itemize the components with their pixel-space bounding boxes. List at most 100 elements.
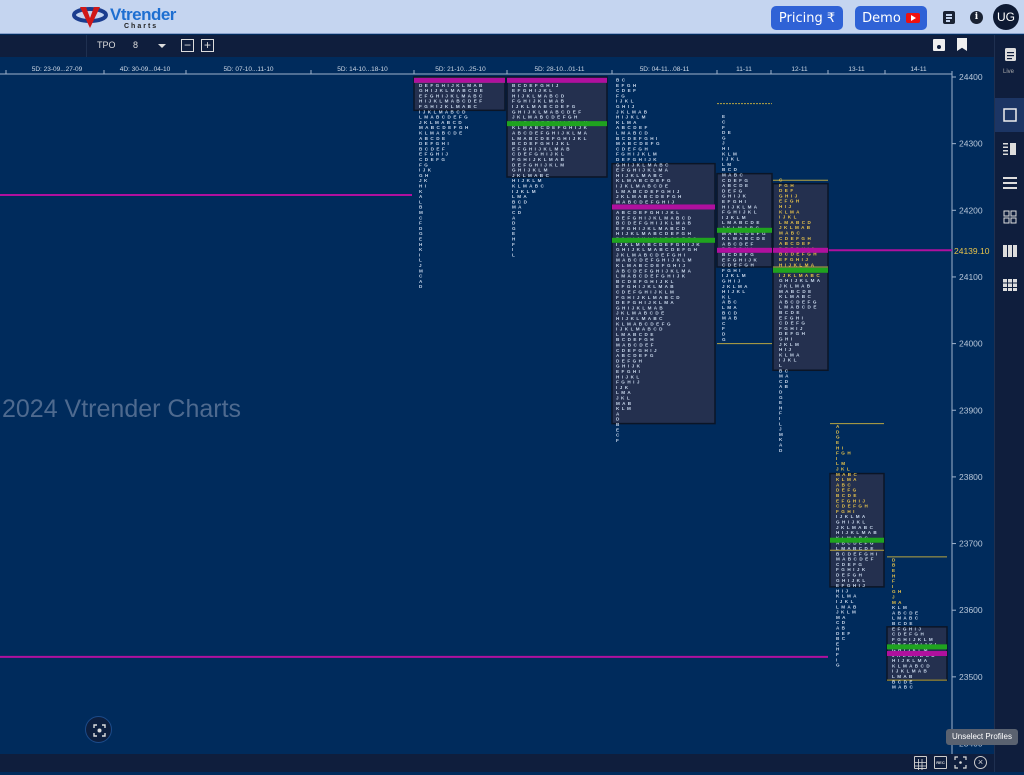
tpo-row: J — [722, 141, 725, 146]
tpo-row: H I J K L — [616, 374, 640, 379]
tpo-row: A B C — [722, 300, 737, 305]
tpo-row: C D E F G H I J K L — [512, 152, 564, 157]
tpo-row: H I J K L M A B C D E F — [419, 99, 483, 104]
focus-button[interactable] — [85, 716, 112, 743]
tpo-row: F G H I — [836, 509, 855, 514]
notes-icon[interactable] — [943, 11, 955, 24]
tpo-row: D — [779, 389, 783, 394]
tpo-row: B C D E F G H I J K L M A B — [616, 221, 692, 226]
tpo-row: G H I J K L M A B C — [616, 162, 669, 167]
tpo-row: B C D — [512, 199, 528, 204]
tpo-size-select[interactable]: 8 — [133, 40, 138, 50]
tpo-row: B C D — [722, 167, 738, 172]
tpo-row: D E F G H — [836, 572, 863, 577]
tpo-row: E — [836, 440, 840, 445]
tpo-row: M — [419, 210, 423, 215]
tpo-row: G H — [892, 589, 902, 594]
tpo-row: G H I J — [779, 193, 798, 198]
tpo-row: A B C D E — [419, 136, 446, 141]
x-session-label: 5D: 28-10...01-11 — [534, 66, 584, 73]
tpo-row: L M A B C D E — [779, 305, 817, 310]
tpo-row: K L M A — [836, 594, 857, 599]
tpo-row: F G H — [836, 451, 851, 456]
tpo-row: F G H I J K L M A B — [512, 99, 565, 104]
sidebar-item-columns-view[interactable] — [995, 234, 1024, 268]
tpo-row: C — [419, 215, 423, 220]
tpo-row: E F G H I J — [892, 626, 922, 631]
sidebar-item-grid-view[interactable] — [995, 200, 1024, 234]
zoom-in-button[interactable]: + — [201, 39, 214, 52]
tpo-row: G H I J K L M A B C D E — [419, 88, 483, 93]
sidebar-item-rows-view[interactable] — [995, 166, 1024, 200]
tpo-row: D E F G H — [779, 331, 806, 336]
poc-bar — [612, 237, 715, 243]
grid-toggle-icon[interactable] — [914, 756, 927, 770]
info-icon[interactable]: i — [970, 11, 983, 24]
tpo-row: B C D E — [836, 493, 857, 498]
tpo-row: B — [616, 422, 620, 427]
tpo-row: M A B C D E F G H — [419, 125, 469, 130]
tpo-row: F G H I — [722, 268, 741, 273]
tpo-row: G H I J K — [616, 364, 641, 369]
tpo-row: C D E F G H — [892, 632, 924, 637]
tpo-row: K L M A — [616, 120, 637, 125]
tpo-row: L M A B C D E — [616, 332, 654, 337]
vpoc-bar — [612, 204, 715, 210]
record-button[interactable]: REC — [934, 756, 947, 769]
split-list-icon — [1003, 143, 1016, 155]
tpo-row: J K L M A — [722, 284, 748, 289]
tpo-row: E F G H I J K L M A B — [512, 146, 570, 151]
tpo-row: M A B C — [722, 172, 744, 177]
pricing-button[interactable]: Pricing ₹ — [771, 6, 843, 30]
sidebar-item-split-view[interactable] — [995, 132, 1024, 166]
tpo-row: E F G H I J K — [722, 257, 757, 262]
tpo-row: B C — [779, 368, 789, 373]
tpo-row: M A — [836, 615, 846, 620]
tpo-row: G H I J — [722, 278, 741, 283]
tpo-row: M A B C D E F G — [616, 141, 660, 146]
focus-small-icon[interactable] — [954, 756, 967, 769]
chart-type-label[interactable]: TPO — [97, 40, 116, 50]
sidebar-item-single-view[interactable] — [995, 98, 1024, 132]
tpo-row: L M A B C — [892, 616, 919, 621]
tpo-row: C D E F G H I J — [616, 348, 657, 353]
tpo-row: A B C D E F — [722, 241, 754, 246]
tpo-row: B C D E F G H — [616, 337, 654, 342]
close-circle-icon[interactable]: × — [974, 756, 987, 769]
tpo-row: E F G H I J K L M A — [616, 168, 669, 173]
tpo-row: M A — [779, 374, 789, 379]
tpo-row: L M A B — [836, 604, 857, 609]
tpo-row: I J K — [419, 168, 432, 173]
tpo-row: F G H I J K L M A B C — [419, 104, 477, 109]
sidebar-item-grid-nine-view[interactable] — [995, 268, 1024, 302]
tpo-row: E F G H — [779, 199, 800, 204]
tpo-row: E — [836, 641, 840, 646]
tpo-row: K L M A B C D E F G H I J — [616, 263, 686, 268]
user-avatar[interactable]: UG — [993, 4, 1019, 30]
watermark-text: 2024 Vtrender Charts — [2, 395, 242, 423]
tpo-row: K L — [722, 294, 731, 299]
tpo-row: K L M A B C D — [892, 663, 930, 668]
chevron-down-icon[interactable] — [158, 44, 166, 48]
tpo-row: F G H — [779, 183, 794, 188]
tpo-row: A B C D E — [722, 183, 749, 188]
tpo-row: H — [836, 647, 840, 652]
tpo-row: F — [616, 438, 619, 443]
save-icon[interactable] — [933, 39, 945, 51]
tpo-row: C D E F G — [722, 178, 749, 183]
bookmark-add-icon[interactable] — [957, 38, 967, 51]
tpo-row: J K — [419, 178, 428, 183]
tpo-row: J — [779, 427, 782, 432]
tpo-row: H — [419, 242, 423, 247]
tpo-row: I J K L M — [722, 273, 746, 278]
tpo-row: H I — [836, 445, 844, 450]
tpo-row: B C D E F G H I — [836, 551, 878, 556]
tpo-row: C D — [779, 379, 789, 384]
demo-button[interactable]: Demo — [855, 6, 927, 30]
y-tick-label: 23900 — [959, 405, 983, 415]
tpo-row: F G H I J K L M A B C D — [616, 295, 680, 300]
tpo-row: M A B C — [779, 230, 801, 235]
sidebar-item-live[interactable]: Live — [995, 37, 1024, 75]
zoom-out-button[interactable]: − — [181, 39, 194, 52]
vtrender-logo[interactable]: Vtrender Charts — [72, 4, 176, 32]
